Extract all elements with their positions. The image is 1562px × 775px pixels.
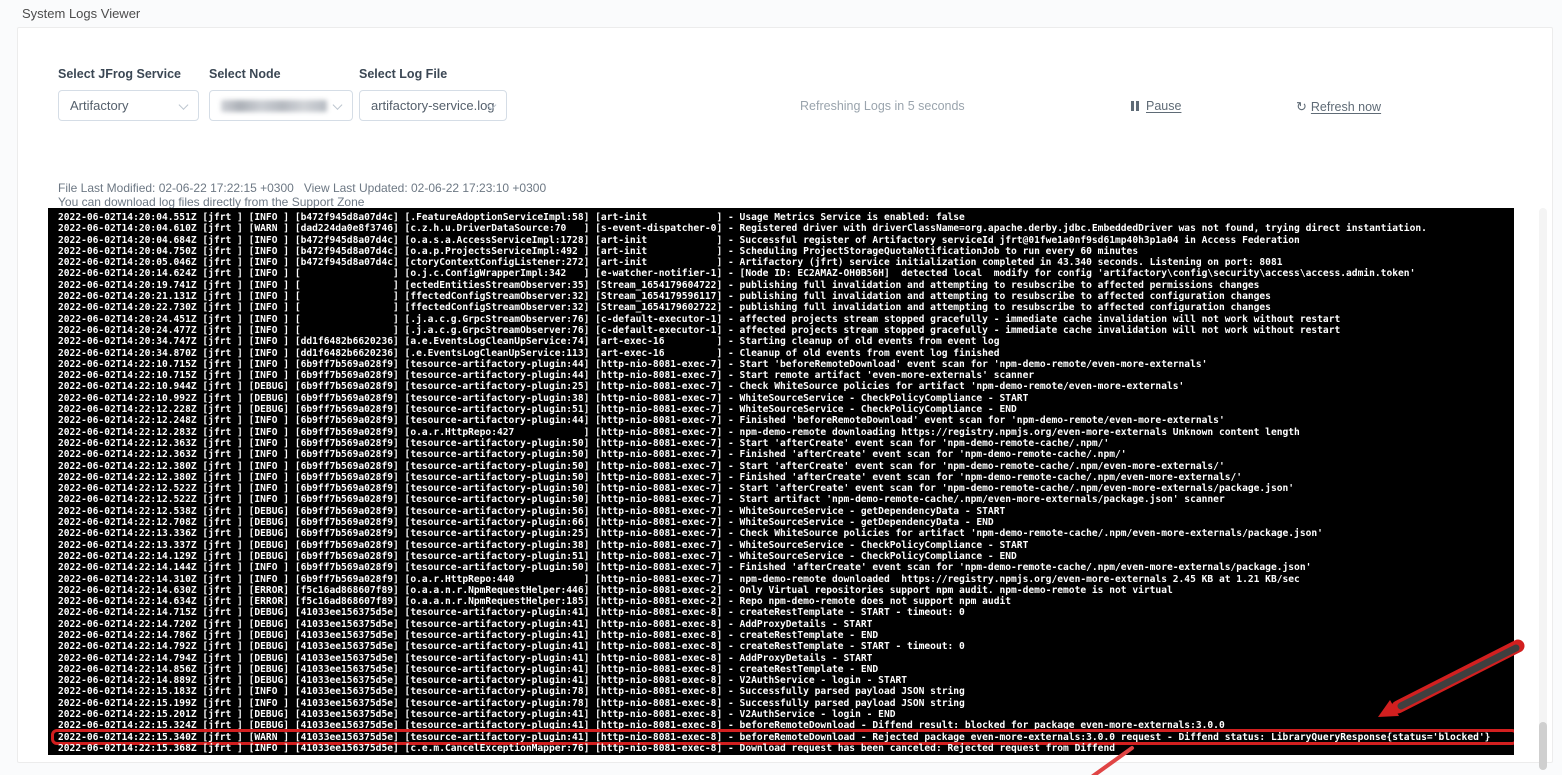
log-line: 2022-06-02T14:20:22.730Z [jfrt ] [INFO ]… bbox=[58, 302, 1514, 313]
service-select[interactable]: Artifactory bbox=[58, 90, 199, 121]
log-line: 2022-06-02T14:20:05.046Z [jfrt ] [INFO ]… bbox=[58, 257, 1514, 268]
log-lines: 2022-06-02T14:20:04.551Z [jfrt ] [INFO ]… bbox=[58, 212, 1514, 754]
refresh-icon: ↻ bbox=[1296, 99, 1307, 115]
log-line: 2022-06-02T14:22:12.363Z [jfrt ] [INFO ]… bbox=[58, 449, 1514, 460]
logfile-select-value: artifactory-service.log bbox=[371, 98, 495, 113]
log-line: 2022-06-02T14:22:10.944Z [jfrt ] [DEBUG]… bbox=[58, 381, 1514, 392]
pause-button[interactable]: Pause bbox=[1131, 99, 1181, 114]
log-line: 2022-06-02T14:22:14.786Z [jfrt ] [DEBUG]… bbox=[58, 630, 1514, 641]
top-bar: System Logs Viewer bbox=[0, 0, 1562, 27]
logs-viewer-card: Select JFrog Service Select Node Select … bbox=[17, 27, 1553, 763]
refresh-now-button[interactable]: ↻ Refresh now bbox=[1296, 99, 1381, 115]
page-title: System Logs Viewer bbox=[22, 6, 140, 21]
log-line: 2022-06-02T14:20:21.131Z [jfrt ] [INFO ]… bbox=[58, 291, 1514, 302]
log-line: 2022-06-02T14:22:12.363Z [jfrt ] [INFO ]… bbox=[58, 438, 1514, 449]
system-logs-viewer-page: { "page": { "title": "System Logs Viewer… bbox=[0, 0, 1562, 775]
refresh-now-button-label: Refresh now bbox=[1311, 100, 1381, 114]
log-line: 2022-06-02T14:22:14.720Z [jfrt ] [DEBUG]… bbox=[58, 619, 1514, 630]
log-line: 2022-06-02T14:20:24.451Z [jfrt ] [INFO ]… bbox=[58, 314, 1514, 325]
log-line: 2022-06-02T14:22:12.708Z [jfrt ] [DEBUG]… bbox=[58, 517, 1514, 528]
pause-button-label: Pause bbox=[1146, 99, 1181, 113]
node-select-value-redacted bbox=[221, 100, 327, 112]
log-line: 2022-06-02T14:20:04.684Z [jfrt ] [INFO ]… bbox=[58, 235, 1514, 246]
log-line-highlighted: 2022-06-02T14:22:15.340Z [jfrt ] [WARN ]… bbox=[58, 732, 1514, 743]
log-line: 2022-06-02T14:22:15.324Z [jfrt ] [DEBUG]… bbox=[58, 720, 1514, 731]
file-last-modified-text: File Last Modified: 02-06-22 17:22:15 +0… bbox=[58, 181, 546, 195]
log-line: 2022-06-02T14:20:04.551Z [jfrt ] [INFO ]… bbox=[58, 212, 1514, 223]
log-line: 2022-06-02T14:22:15.183Z [jfrt ] [INFO ]… bbox=[58, 686, 1514, 697]
node-select-label: Select Node bbox=[209, 67, 281, 81]
support-zone-link[interactable]: Support Zone bbox=[292, 195, 365, 209]
log-line: 2022-06-02T14:22:10.715Z [jfrt ] [INFO ]… bbox=[58, 370, 1514, 381]
log-line: 2022-06-02T14:22:14.310Z [jfrt ] [INFO ]… bbox=[58, 574, 1514, 585]
log-line: 2022-06-02T14:20:34.747Z [jfrt ] [INFO ]… bbox=[58, 336, 1514, 347]
logfile-select-label: Select Log File bbox=[359, 67, 447, 81]
download-hint-text: You can download log files directly from… bbox=[58, 195, 292, 209]
log-line: 2022-06-02T14:22:15.199Z [jfrt ] [INFO ]… bbox=[58, 698, 1514, 709]
chevron-down-icon bbox=[333, 100, 343, 110]
log-line: 2022-06-02T14:22:12.228Z [jfrt ] [DEBUG]… bbox=[58, 404, 1514, 415]
log-line: 2022-06-02T14:22:12.538Z [jfrt ] [DEBUG]… bbox=[58, 506, 1514, 517]
service-select-value: Artifactory bbox=[70, 98, 129, 113]
log-line: 2022-06-02T14:20:34.870Z [jfrt ] [INFO ]… bbox=[58, 348, 1514, 359]
log-line: 2022-06-02T14:22:14.792Z [jfrt ] [DEBUG]… bbox=[58, 641, 1514, 652]
log-scrollbar-track bbox=[1539, 208, 1547, 755]
log-line: 2022-06-02T14:22:13.336Z [jfrt ] [DEBUG]… bbox=[58, 528, 1514, 539]
log-line: 2022-06-02T14:22:15.368Z [jfrt ] [INFO ]… bbox=[58, 743, 1514, 754]
log-line: 2022-06-02T14:20:04.750Z [jfrt ] [INFO ]… bbox=[58, 246, 1514, 257]
log-line: 2022-06-02T14:22:12.380Z [jfrt ] [INFO ]… bbox=[58, 461, 1514, 472]
log-line: 2022-06-02T14:22:10.715Z [jfrt ] [INFO ]… bbox=[58, 359, 1514, 370]
log-line: 2022-06-02T14:22:12.380Z [jfrt ] [INFO ]… bbox=[58, 472, 1514, 483]
log-line: 2022-06-02T14:20:24.477Z [jfrt ] [INFO ]… bbox=[58, 325, 1514, 336]
log-line: 2022-06-02T14:22:15.201Z [jfrt ] [DEBUG]… bbox=[58, 709, 1514, 720]
logfile-select[interactable]: artifactory-service.log bbox=[359, 90, 507, 121]
log-line: 2022-06-02T14:22:14.634Z [jfrt ] [ERROR]… bbox=[58, 596, 1514, 607]
pause-icon bbox=[1131, 100, 1141, 114]
log-line: 2022-06-02T14:20:19.741Z [jfrt ] [INFO ]… bbox=[58, 280, 1514, 291]
log-line: 2022-06-02T14:22:12.522Z [jfrt ] [INFO ]… bbox=[58, 483, 1514, 494]
log-line: 2022-06-02T14:22:14.129Z [jfrt ] [DEBUG]… bbox=[58, 551, 1514, 562]
log-line: 2022-06-02T14:22:14.794Z [jfrt ] [DEBUG]… bbox=[58, 653, 1514, 664]
log-line: 2022-06-02T14:20:04.610Z [jfrt ] [WARN ]… bbox=[58, 223, 1514, 234]
log-output-panel[interactable]: 2022-06-02T14:20:04.551Z [jfrt ] [INFO ]… bbox=[48, 208, 1514, 755]
log-line: 2022-06-02T14:22:13.337Z [jfrt ] [DEBUG]… bbox=[58, 540, 1514, 551]
download-hint: You can download log files directly from… bbox=[58, 195, 364, 209]
log-line: 2022-06-02T14:22:10.992Z [jfrt ] [DEBUG]… bbox=[58, 393, 1514, 404]
chevron-down-icon bbox=[179, 100, 189, 110]
service-select-label: Select JFrog Service bbox=[58, 67, 181, 81]
log-line: 2022-06-02T14:20:14.624Z [jfrt ] [INFO ]… bbox=[58, 268, 1514, 279]
log-line: 2022-06-02T14:22:14.144Z [jfrt ] [INFO ]… bbox=[58, 562, 1514, 573]
log-line: 2022-06-02T14:22:12.283Z [jfrt ] [INFO ]… bbox=[58, 427, 1514, 438]
log-line: 2022-06-02T14:22:12.248Z [jfrt ] [INFO ]… bbox=[58, 415, 1514, 426]
refresh-countdown-text: Refreshing Logs in 5 seconds bbox=[800, 99, 965, 113]
node-select[interactable] bbox=[209, 90, 353, 121]
log-line: 2022-06-02T14:22:14.630Z [jfrt ] [ERROR]… bbox=[58, 585, 1514, 596]
log-line: 2022-06-02T14:22:14.889Z [jfrt ] [DEBUG]… bbox=[58, 675, 1514, 686]
log-scrollbar-thumb[interactable] bbox=[1539, 722, 1547, 770]
log-line: 2022-06-02T14:22:14.856Z [jfrt ] [DEBUG]… bbox=[58, 664, 1514, 675]
log-line: 2022-06-02T14:22:14.715Z [jfrt ] [DEBUG]… bbox=[58, 607, 1514, 618]
log-line: 2022-06-02T14:22:12.522Z [jfrt ] [INFO ]… bbox=[58, 494, 1514, 505]
